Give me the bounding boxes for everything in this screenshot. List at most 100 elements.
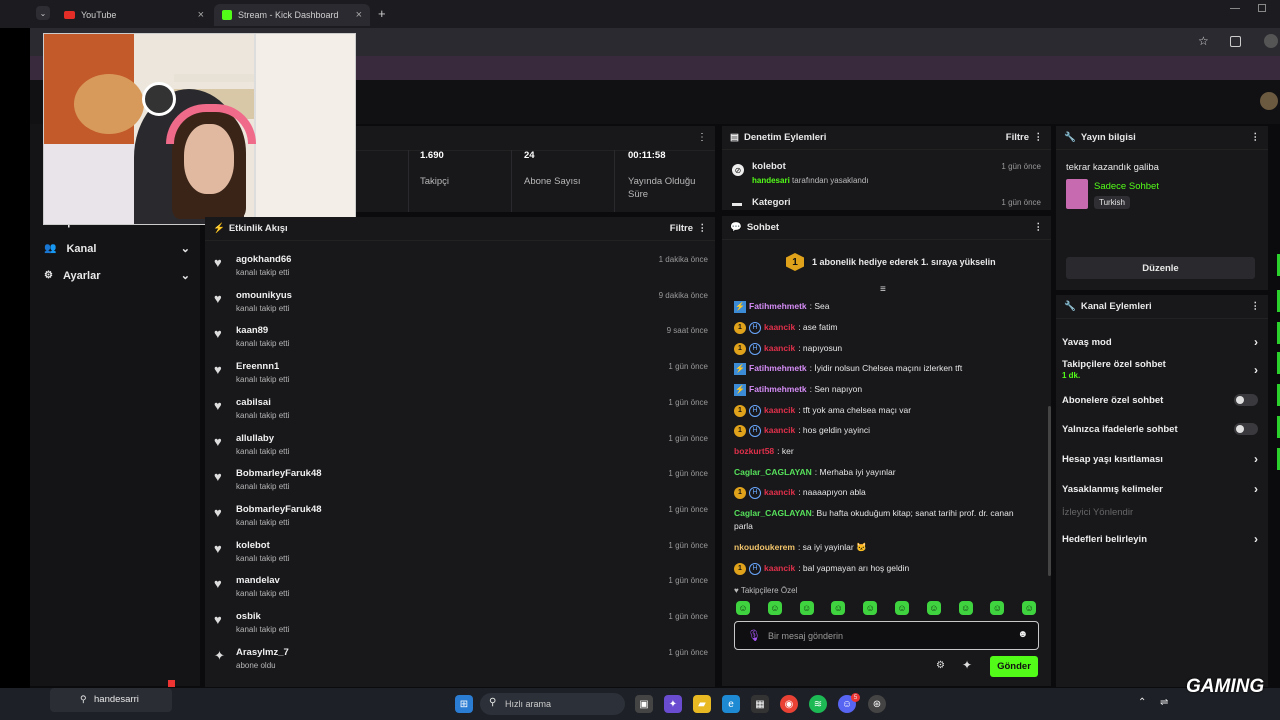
activity-row[interactable]: ♥ Ereennn1 kanalı takip etti 1 gün önce xyxy=(214,359,708,393)
chat-username[interactable]: kaancik xyxy=(764,342,795,355)
windows-start-icon[interactable]: ⊞ xyxy=(455,695,473,713)
sidebar-item-ayarlar[interactable]: ⚙ Ayarlar ⌄ xyxy=(44,269,190,283)
chat-username[interactable]: Caglar_CAGLAYAN xyxy=(734,508,812,518)
spotify-icon[interactable]: ≋ xyxy=(809,695,827,713)
taskbar-user-pill[interactable]: ⚲ handesarri xyxy=(50,688,172,712)
minimize-icon[interactable] xyxy=(1230,8,1240,9)
activity-row[interactable]: ♥ BobmarleyFaruk48 kanalı takip etti 1 gün … xyxy=(214,502,708,536)
emote-icon[interactable]: ☺ xyxy=(926,601,941,615)
chat-username[interactable]: kaancik xyxy=(764,486,795,499)
emote-icon[interactable]: ☺ xyxy=(990,601,1005,615)
chat-username[interactable]: Caglar_CAGLAYAN xyxy=(734,466,812,479)
more-options-icon[interactable]: ⋮ xyxy=(1251,132,1261,143)
banned-words-action[interactable]: Yasaklanmış kelimeler › xyxy=(1062,482,1258,496)
stream-category[interactable]: Sadece Sohbet xyxy=(1094,181,1159,192)
filter-button[interactable]: Filtre xyxy=(1006,132,1029,143)
chrome-icon[interactable]: ◉ xyxy=(780,695,798,713)
more-options-icon[interactable]: ⋮ xyxy=(1034,132,1044,143)
bookmark-star-icon[interactable]: ☆ xyxy=(1198,34,1209,48)
emote-icon[interactable]: ☺ xyxy=(863,601,878,615)
chat-input-box[interactable]: 🎙 Bir mesaj gönderin ☻ xyxy=(734,621,1039,650)
new-tab-button[interactable]: + xyxy=(378,6,386,21)
chat-username[interactable]: kaancik xyxy=(764,562,795,575)
edge-icon[interactable]: e xyxy=(722,695,740,713)
chat-username[interactable]: kaancik xyxy=(764,424,795,437)
more-options-icon[interactable]: ⋮ xyxy=(698,223,708,234)
gift-leaderboard-prompt[interactable]: 1 abonelik hediye ederek 1. sıraya yükse… xyxy=(812,257,996,267)
edit-stream-button[interactable]: Düzenle xyxy=(1066,257,1255,279)
activity-row[interactable]: ✦ Arasylmz_7 abone oldu 1 gün önce xyxy=(214,645,708,679)
emote-icon[interactable]: ☺ xyxy=(895,601,909,615)
chat-username[interactable]: Fatihmehmetk xyxy=(749,383,807,396)
extensions-icon[interactable] xyxy=(1230,36,1241,47)
activity-username[interactable]: osbik xyxy=(236,611,261,622)
activity-row[interactable]: ♥ cabilsai kanalı takip etti 1 gün önce xyxy=(214,395,708,429)
subscribers-only-toggle[interactable] xyxy=(1234,394,1258,406)
emote-icon[interactable]: ☺ xyxy=(958,601,973,615)
taskbar-search[interactable]: ⚲ Hızlı arama xyxy=(480,693,625,715)
emote-icon[interactable]: ☺ xyxy=(799,601,814,615)
activity-username[interactable]: omounikyus xyxy=(236,290,292,301)
send-button[interactable]: Gönder xyxy=(990,656,1038,677)
microphone-icon[interactable]: 🎙 xyxy=(747,629,761,642)
emote-only-toggle[interactable] xyxy=(1234,423,1258,435)
task-view-icon[interactable]: ▣ xyxy=(635,695,653,713)
activity-username[interactable]: cabilsai xyxy=(236,397,271,408)
emote-icon[interactable]: ☺ xyxy=(736,601,750,615)
gift-icon[interactable]: ✦ xyxy=(962,658,972,672)
activity-row[interactable]: ♥ allullaby kanalı takip etti 1 gün önce xyxy=(214,431,708,465)
tab-search-button[interactable]: ⌄ xyxy=(36,6,50,20)
slow-mode-action[interactable]: Yavaş mod › xyxy=(1062,335,1258,349)
followers-only-chat-action[interactable]: Takipçilere özel sohbet 1 dk. › xyxy=(1062,359,1258,381)
emote-icon[interactable]: ☺ xyxy=(767,601,782,615)
activity-row[interactable]: ♥ osbik kanalı takip etti 1 gün önce xyxy=(214,609,708,643)
profile-avatar[interactable] xyxy=(1264,34,1278,48)
activity-row[interactable]: ♥ BobmarleyFaruk48 kanalı takip etti 1 gün … xyxy=(214,466,708,500)
activity-username[interactable]: agokhand66 xyxy=(236,254,291,265)
app-icon[interactable]: ⊛ xyxy=(868,695,886,713)
emote-icon[interactable]: ☺ xyxy=(831,601,846,615)
activity-username[interactable]: Ereennn1 xyxy=(236,361,279,372)
chat-username[interactable]: Fatihmehmetk xyxy=(749,300,807,313)
chevron-up-icon[interactable]: ⌃ xyxy=(1138,697,1146,708)
store-icon[interactable]: ▦ xyxy=(751,695,769,713)
activity-username[interactable]: BobmarleyFaruk48 xyxy=(236,504,322,515)
tab-youtube[interactable]: YouTube × xyxy=(56,4,212,26)
activity-username[interactable]: allullaby xyxy=(236,433,274,444)
chat-username[interactable]: Fatihmehmetk xyxy=(749,362,807,375)
emote-icon[interactable]: ☺ xyxy=(1022,601,1037,615)
emoji-icon[interactable]: ☻ xyxy=(1017,629,1028,640)
more-options-icon[interactable]: ⋮ xyxy=(1034,222,1044,233)
activity-row[interactable]: ♥ agokhand66 kanalı takip etti 1 dakika önc… xyxy=(214,252,708,286)
maximize-icon[interactable] xyxy=(1258,4,1266,12)
chat-username[interactable]: kaancik xyxy=(764,404,795,417)
activity-username[interactable]: kolebot xyxy=(236,540,270,551)
user-avatar[interactable] xyxy=(1260,92,1278,110)
copilot-icon[interactable]: ✦ xyxy=(664,695,682,713)
more-options-icon[interactable]: ⋮ xyxy=(697,132,707,143)
activity-username[interactable]: Arasylmz_7 xyxy=(236,647,289,658)
gear-icon[interactable]: ⚙ xyxy=(936,660,945,671)
close-icon[interactable]: × xyxy=(356,9,362,21)
filter-button[interactable]: Filtre xyxy=(670,223,693,234)
raid-action[interactable]: İzleyici Yönlendir xyxy=(1062,507,1258,518)
network-icon[interactable]: ⇌ xyxy=(1160,697,1168,708)
file-explorer-icon[interactable]: ▰ xyxy=(693,695,711,713)
chat-username[interactable]: bozkurt58 xyxy=(734,445,774,458)
activity-username[interactable]: kaan89 xyxy=(236,325,268,336)
goals-action[interactable]: Hedefleri belirleyin › xyxy=(1062,532,1258,546)
tab-kick-dashboard[interactable]: Stream - Kick Dashboard × xyxy=(214,4,370,26)
activity-row[interactable]: ♥ mandelav kanalı takip etti 1 gün önce xyxy=(214,573,708,607)
sidebar-item-kanal[interactable]: 👥 Kanal ⌄ xyxy=(44,242,190,256)
more-options-icon[interactable]: ⋮ xyxy=(1251,301,1261,312)
activity-row[interactable]: ♥ kolebot kanalı takip etti 1 gün önce xyxy=(214,538,708,572)
moderation-target[interactable]: kolebot xyxy=(752,161,786,172)
chat-input-placeholder[interactable]: Bir mesaj gönderin xyxy=(768,631,843,641)
pinned-toggle-icon[interactable]: ≡ xyxy=(880,284,886,295)
moderator-name[interactable]: handesari xyxy=(752,176,790,185)
chat-username[interactable]: nkoudoukerem xyxy=(734,541,795,554)
activity-row[interactable]: ♥ kaan89 kanalı takip etti 9 saat önce xyxy=(214,323,708,357)
activity-row[interactable]: ♥ omounikyus kanalı takip etti 9 dakika önc… xyxy=(214,288,708,322)
chat-scrollbar[interactable] xyxy=(1048,406,1051,576)
activity-username[interactable]: BobmarleyFaruk48 xyxy=(236,468,322,479)
